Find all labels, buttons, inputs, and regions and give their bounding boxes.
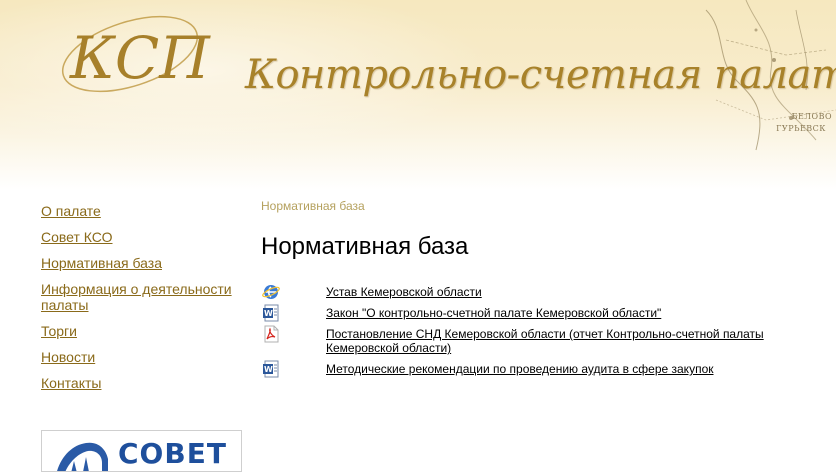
sidebar-item-activity-info[interactable]: Информация о деятельности палаты [41, 281, 241, 313]
list-item: W Методические рекомендации по проведени… [262, 360, 822, 380]
sidebar-nav: О палате Совет КСО Нормативная база Инфо… [41, 203, 241, 401]
ie-icon [262, 285, 280, 299]
svg-text:КСП: КСП [69, 24, 211, 92]
map-label-belovo: БЕЛОВО [791, 112, 832, 121]
document-list: Устав Кемеровской области W Закон "О кон… [262, 283, 822, 381]
ksp-logo: КСП [61, 15, 211, 93]
document-link-snd-resolution[interactable]: Постановление СНД Кемеровской области (о… [326, 325, 822, 355]
sidebar-item-tenders[interactable]: Торги [41, 323, 241, 339]
pdf-icon [264, 325, 279, 343]
site-header: БЕЛОВО ГУРЬЕВСК КСП Контрольно-счетная п… [0, 0, 836, 190]
sidebar-item-contacts[interactable]: Контакты [41, 375, 241, 391]
sidebar-item-about[interactable]: О палате [41, 203, 241, 219]
svg-text:W: W [264, 365, 273, 374]
site-title: Контрольно-счетная палата Кемеровской об… [245, 52, 836, 98]
svg-text:W: W [264, 309, 273, 318]
list-item: Устав Кемеровской области [262, 283, 822, 303]
document-link-ksp-law[interactable]: Закон "О контрольно-счетной палате Кемер… [326, 304, 822, 320]
council-banner[interactable]: СОВЕТ [41, 430, 242, 472]
word-icon: W [263, 360, 279, 378]
document-link-audit-guidelines[interactable]: Методические рекомендации по проведению … [326, 360, 822, 376]
sidebar-item-kso-council[interactable]: Совет КСО [41, 229, 241, 245]
list-item: Постановление СНД Кемеровской области (о… [262, 325, 822, 359]
word-icon: W [263, 304, 279, 322]
sidebar-item-news[interactable]: Новости [41, 349, 241, 365]
sidebar-item-regulatory-base[interactable]: Нормативная база [41, 255, 241, 271]
document-link-charter[interactable]: Устав Кемеровской области [326, 283, 822, 299]
council-emblem-icon [57, 442, 108, 471]
map-label-guryevsk: ГУРЬЕВСК [776, 124, 826, 133]
page-title: Нормативная база [261, 233, 469, 260]
list-item: W Закон "О контрольно-счетной палате Кем… [262, 304, 822, 324]
breadcrumb: Нормативная база [261, 199, 365, 213]
council-banner-text: СОВЕТ [118, 437, 227, 470]
